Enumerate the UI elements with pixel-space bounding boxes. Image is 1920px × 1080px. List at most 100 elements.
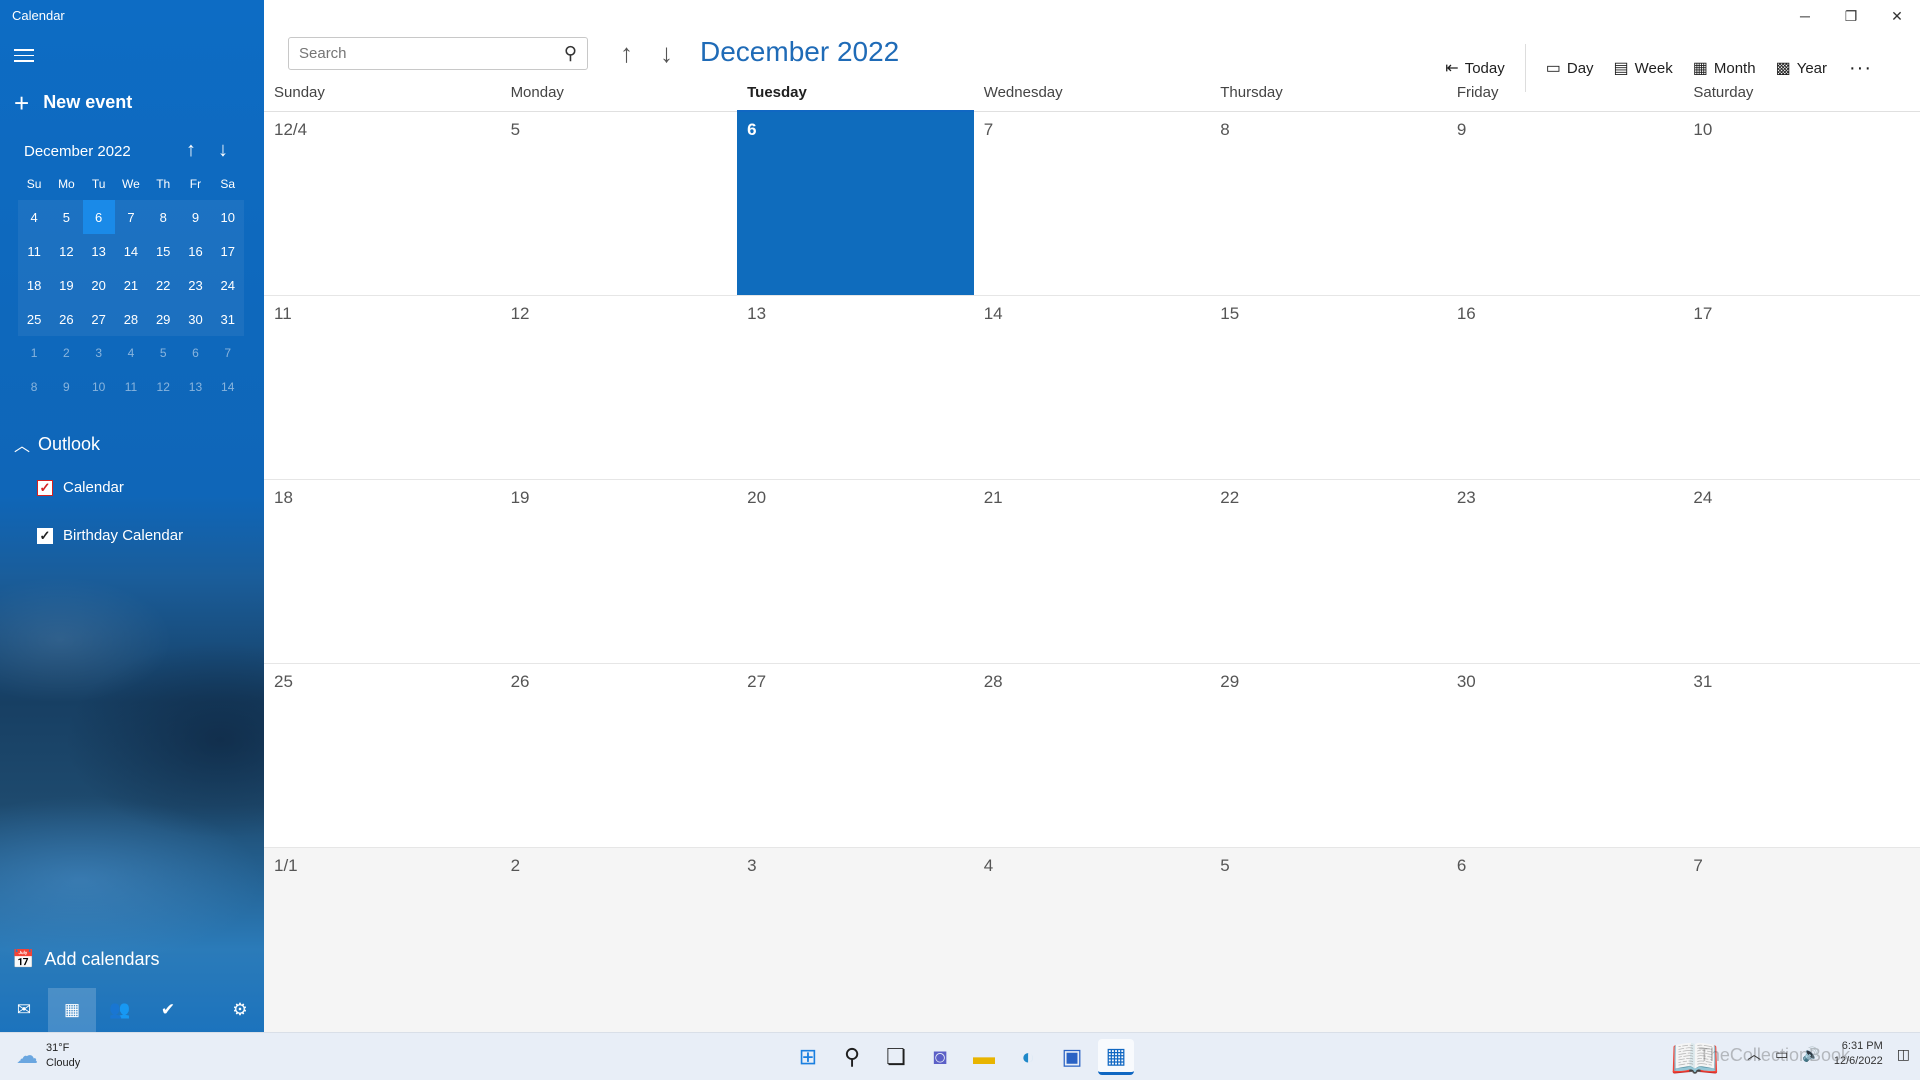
mini-calendar-day[interactable]: 7 <box>115 200 147 234</box>
day-cell[interactable]: 26 <box>501 664 738 847</box>
mini-calendar-day[interactable]: 5 <box>147 336 179 370</box>
mini-calendar-day[interactable]: 16 <box>179 234 211 268</box>
mini-calendar-day[interactable]: 11 <box>18 234 50 268</box>
day-cell[interactable]: 10 <box>1683 112 1920 295</box>
start-icon[interactable]: ⊞ <box>790 1039 826 1075</box>
day-cell[interactable]: 18 <box>264 480 501 663</box>
mini-calendar-day[interactable]: 26 <box>50 302 82 336</box>
menu-icon[interactable] <box>14 46 34 64</box>
account-header-outlook[interactable]: ︿ Outlook <box>14 432 100 456</box>
day-cell[interactable]: 28 <box>974 664 1211 847</box>
next-month-arrow-icon[interactable]: ↓ <box>660 38 673 68</box>
day-cell[interactable]: 14 <box>974 296 1211 479</box>
mini-calendar-day[interactable]: 25 <box>18 302 50 336</box>
weather-widget[interactable]: ☁ 31°F Cloudy <box>16 1041 80 1071</box>
mini-calendar-day[interactable]: 18 <box>18 268 50 302</box>
mini-calendar-day[interactable]: 12 <box>50 234 82 268</box>
day-cell[interactable]: 20 <box>737 480 974 663</box>
month-view-button[interactable]: ▦ Month <box>1683 55 1766 81</box>
day-cell[interactable]: 23 <box>1447 480 1684 663</box>
store-icon[interactable]: ▣ <box>1054 1039 1090 1075</box>
day-cell[interactable]: 12 <box>501 296 738 479</box>
day-cell[interactable]: 4 <box>974 848 1211 1032</box>
mini-calendar-day[interactable]: 19 <box>50 268 82 302</box>
mini-calendar-day[interactable]: 11 <box>115 370 147 404</box>
settings-icon[interactable]: ⚙ <box>216 988 264 1032</box>
mini-calendar-day[interactable]: 7 <box>212 336 244 370</box>
day-cell[interactable]: 11 <box>264 296 501 479</box>
day-cell[interactable]: 27 <box>737 664 974 847</box>
mini-calendar-day[interactable]: 1 <box>18 336 50 370</box>
day-cell[interactable]: 2 <box>501 848 738 1032</box>
mini-calendar-day[interactable]: 27 <box>83 302 115 336</box>
mini-calendar-day[interactable]: 14 <box>212 370 244 404</box>
day-cell[interactable]: 6 <box>1447 848 1684 1032</box>
close-icon[interactable]: ✕ <box>1874 0 1920 32</box>
mini-calendar-day[interactable]: 29 <box>147 302 179 336</box>
day-cell[interactable]: 25 <box>264 664 501 847</box>
mini-calendar-day[interactable]: 3 <box>83 336 115 370</box>
year-view-button[interactable]: ▩ Year <box>1766 55 1837 81</box>
day-cell[interactable]: 8 <box>1210 112 1447 295</box>
mini-calendar-day[interactable]: 10 <box>83 370 115 404</box>
file-explorer-icon[interactable]: ▬ <box>966 1039 1002 1075</box>
chat-icon[interactable]: ◙ <box>922 1039 958 1075</box>
mini-calendar-day[interactable]: 8 <box>147 200 179 234</box>
search-icon[interactable]: ⚲ <box>564 43 577 64</box>
day-cell[interactable]: 29 <box>1210 664 1447 847</box>
add-calendars-button[interactable]: 📅 Add calendars <box>12 949 160 970</box>
mini-calendar-day[interactable]: 15 <box>147 234 179 268</box>
mini-calendar-day[interactable]: 9 <box>179 200 211 234</box>
day-cell[interactable]: 5 <box>501 112 738 295</box>
clock[interactable]: 6:31 PM 12/6/2022 <box>1834 1039 1883 1069</box>
mini-calendar-prev-icon[interactable]: ↑ <box>186 140 196 160</box>
day-cell[interactable]: 22 <box>1210 480 1447 663</box>
checkbox-checked-icon[interactable]: ✓ <box>37 527 53 544</box>
mini-calendar-day[interactable]: 13 <box>83 234 115 268</box>
new-event-button[interactable]: + New event <box>14 90 132 116</box>
mini-calendar-day[interactable]: 21 <box>115 268 147 302</box>
mini-calendar-day[interactable]: 28 <box>115 302 147 336</box>
day-cell[interactable]: 5 <box>1210 848 1447 1032</box>
calendar-app-icon[interactable]: ▦ <box>1098 1039 1134 1075</box>
mini-calendar-day[interactable]: 30 <box>179 302 211 336</box>
mini-calendar-day[interactable]: 9 <box>50 370 82 404</box>
display-icon[interactable]: ▭ <box>1775 1046 1788 1063</box>
search-input[interactable] <box>299 45 564 62</box>
day-cell[interactable]: 21 <box>974 480 1211 663</box>
month-title[interactable]: December 2022 <box>700 36 899 68</box>
day-cell[interactable]: 9 <box>1447 112 1684 295</box>
calendar-toggle-birthday[interactable]: ✓ Birthday Calendar <box>37 527 183 544</box>
day-cell[interactable]: 12/4 <box>264 112 501 295</box>
mini-calendar-day[interactable]: 17 <box>212 234 244 268</box>
day-cell[interactable]: 15 <box>1210 296 1447 479</box>
mini-calendar-day[interactable]: 20 <box>83 268 115 302</box>
mini-calendar-day[interactable]: 31 <box>212 302 244 336</box>
mini-calendar-day[interactable]: 5 <box>50 200 82 234</box>
day-cell[interactable]: 7 <box>974 112 1211 295</box>
task-view-icon[interactable]: ❏ <box>878 1039 914 1075</box>
mini-calendar-day[interactable]: 12 <box>147 370 179 404</box>
mini-calendar-day[interactable]: 6 <box>82 200 115 234</box>
day-cell[interactable]: 6 <box>737 112 974 295</box>
day-cell[interactable]: 3 <box>737 848 974 1032</box>
day-cell[interactable]: 30 <box>1447 664 1684 847</box>
chevron-up-icon[interactable]: ︿ <box>1747 1044 1761 1064</box>
notification-icon[interactable]: ◫ <box>1897 1046 1910 1063</box>
day-cell[interactable]: 31 <box>1683 664 1920 847</box>
todo-icon[interactable]: ✔ <box>144 988 192 1032</box>
day-cell[interactable]: 13 <box>737 296 974 479</box>
edge-icon[interactable]: ◐ <box>1010 1039 1046 1075</box>
mini-calendar-day[interactable]: 23 <box>179 268 211 302</box>
today-button[interactable]: ⇤ Today <box>1435 55 1514 81</box>
mini-calendar-day[interactable]: 2 <box>50 336 82 370</box>
day-cell[interactable]: 24 <box>1683 480 1920 663</box>
more-options-icon[interactable]: ··· <box>1837 55 1884 81</box>
calendar-toggle-calendar[interactable]: ✓ Calendar <box>37 479 124 496</box>
day-cell[interactable]: 19 <box>501 480 738 663</box>
mini-calendar-day[interactable]: 4 <box>18 200 50 234</box>
calendar-icon[interactable]: ▦ <box>48 988 96 1032</box>
checkbox-checked-icon[interactable]: ✓ <box>37 479 53 496</box>
volume-icon[interactable]: 🔊 <box>1802 1046 1819 1063</box>
search-icon[interactable]: ⚲ <box>834 1039 870 1075</box>
